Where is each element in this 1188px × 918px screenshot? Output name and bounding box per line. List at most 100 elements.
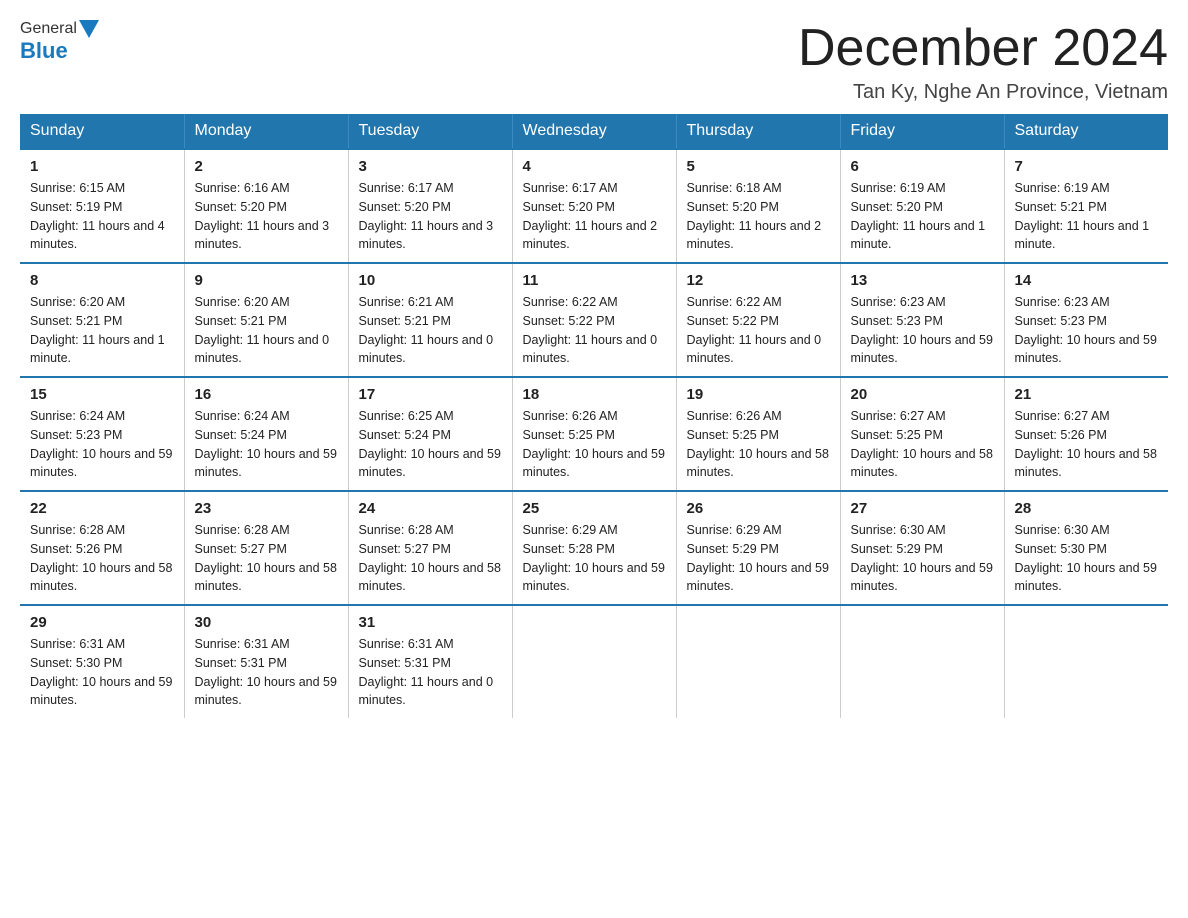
day-number: 3 — [359, 158, 502, 175]
day-info: Sunrise: 6:31 AMSunset: 5:31 PMDaylight:… — [195, 635, 338, 710]
day-info: Sunrise: 6:29 AMSunset: 5:29 PMDaylight:… — [687, 521, 830, 596]
calendar-cell — [512, 605, 676, 718]
calendar-cell: 12Sunrise: 6:22 AMSunset: 5:22 PMDayligh… — [676, 263, 840, 377]
calendar-cell: 31 Sunrise: 6:31 AMSunset: 5:31 PMDayligh… — [348, 605, 512, 718]
calendar-cell: 26 Sunrise: 6:29 AMSunset: 5:29 PMDayligh… — [676, 491, 840, 605]
calendar-cell: 20 Sunrise: 6:27 AMSunset: 5:25 PMDayligh… — [840, 377, 1004, 491]
day-number: 26 — [687, 500, 830, 517]
calendar-cell: 17Sunrise: 6:25 AMSunset: 5:24 PMDayligh… — [348, 377, 512, 491]
day-info: Sunrise: 6:17 AMSunset: 5:20 PMDaylight:… — [523, 179, 666, 254]
day-info: Sunrise: 6:24 AMSunset: 5:23 PMDaylight:… — [30, 407, 174, 482]
day-info: Sunrise: 6:28 AMSunset: 5:26 PMDaylight:… — [30, 521, 174, 596]
day-info: Sunrise: 6:28 AMSunset: 5:27 PMDaylight:… — [195, 521, 338, 596]
calendar-cell: 9 Sunrise: 6:20 AMSunset: 5:21 PMDaylight… — [184, 263, 348, 377]
day-number: 30 — [195, 614, 338, 631]
day-number: 28 — [1015, 500, 1159, 517]
day-info: Sunrise: 6:22 AMSunset: 5:22 PMDaylight:… — [687, 293, 830, 368]
day-number: 4 — [523, 158, 666, 175]
day-number: 11 — [523, 272, 666, 289]
calendar-cell: 18Sunrise: 6:26 AMSunset: 5:25 PMDayligh… — [512, 377, 676, 491]
day-number: 5 — [687, 158, 830, 175]
day-info: Sunrise: 6:30 AMSunset: 5:30 PMDaylight:… — [1015, 521, 1159, 596]
weekday-header-sunday: Sunday — [20, 114, 184, 149]
calendar-cell: 7 Sunrise: 6:19 AMSunset: 5:21 PMDaylight… — [1004, 149, 1168, 263]
calendar-cell: 22 Sunrise: 6:28 AMSunset: 5:26 PMDayligh… — [20, 491, 184, 605]
weekday-header-wednesday: Wednesday — [512, 114, 676, 149]
day-info: Sunrise: 6:19 AMSunset: 5:20 PMDaylight:… — [851, 179, 994, 254]
day-number: 9 — [195, 272, 338, 289]
calendar-cell: 13 Sunrise: 6:23 AMSunset: 5:23 PMDayligh… — [840, 263, 1004, 377]
day-info: Sunrise: 6:23 AMSunset: 5:23 PMDaylight:… — [1015, 293, 1159, 368]
day-info: Sunrise: 6:20 AMSunset: 5:21 PMDaylight:… — [195, 293, 338, 368]
day-info: Sunrise: 6:24 AMSunset: 5:24 PMDaylight:… — [195, 407, 338, 482]
logo: General Blue — [20, 20, 101, 64]
day-info: Sunrise: 6:16 AMSunset: 5:20 PMDaylight:… — [195, 179, 338, 254]
day-number: 23 — [195, 500, 338, 517]
calendar-cell: 23 Sunrise: 6:28 AMSunset: 5:27 PMDayligh… — [184, 491, 348, 605]
day-number: 19 — [687, 386, 830, 403]
day-number: 22 — [30, 500, 174, 517]
calendar-cell: 1Sunrise: 6:15 AMSunset: 5:19 PMDaylight… — [20, 149, 184, 263]
day-info: Sunrise: 6:31 AMSunset: 5:30 PMDaylight:… — [30, 635, 174, 710]
calendar-cell — [840, 605, 1004, 718]
day-number: 16 — [195, 386, 338, 403]
calendar-cell: 30 Sunrise: 6:31 AMSunset: 5:31 PMDayligh… — [184, 605, 348, 718]
day-number: 2 — [195, 158, 338, 175]
day-info: Sunrise: 6:31 AMSunset: 5:31 PMDaylight:… — [359, 635, 502, 710]
calendar-cell: 5 Sunrise: 6:18 AMSunset: 5:20 PMDaylight… — [676, 149, 840, 263]
day-number: 14 — [1015, 272, 1159, 289]
day-number: 18 — [523, 386, 666, 403]
title-section: December 2024 Tan Ky, Nghe An Province, … — [798, 20, 1168, 104]
day-number: 6 — [851, 158, 994, 175]
calendar-week-4: 22 Sunrise: 6:28 AMSunset: 5:26 PMDayligh… — [20, 491, 1168, 605]
calendar-cell: 4 Sunrise: 6:17 AMSunset: 5:20 PMDaylight… — [512, 149, 676, 263]
calendar-body: 1Sunrise: 6:15 AMSunset: 5:19 PMDaylight… — [20, 149, 1168, 718]
calendar-cell: 28 Sunrise: 6:30 AMSunset: 5:30 PMDayligh… — [1004, 491, 1168, 605]
day-number: 24 — [359, 500, 502, 517]
calendar-week-1: 1Sunrise: 6:15 AMSunset: 5:19 PMDaylight… — [20, 149, 1168, 263]
day-number: 13 — [851, 272, 994, 289]
day-info: Sunrise: 6:27 AMSunset: 5:25 PMDaylight:… — [851, 407, 994, 482]
weekday-row: SundayMondayTuesdayWednesdayThursdayFrid… — [20, 114, 1168, 149]
day-number: 20 — [851, 386, 994, 403]
day-number: 8 — [30, 272, 174, 289]
day-info: Sunrise: 6:21 AMSunset: 5:21 PMDaylight:… — [359, 293, 502, 368]
calendar-cell — [1004, 605, 1168, 718]
calendar-cell: 16 Sunrise: 6:24 AMSunset: 5:24 PMDayligh… — [184, 377, 348, 491]
calendar-cell — [676, 605, 840, 718]
calendar-table: SundayMondayTuesdayWednesdayThursdayFrid… — [20, 114, 1168, 718]
calendar-cell: 24 Sunrise: 6:28 AMSunset: 5:27 PMDayligh… — [348, 491, 512, 605]
logo-triangle-icon — [79, 20, 99, 38]
calendar-cell: 14 Sunrise: 6:23 AMSunset: 5:23 PMDayligh… — [1004, 263, 1168, 377]
day-info: Sunrise: 6:17 AMSunset: 5:20 PMDaylight:… — [359, 179, 502, 254]
day-info: Sunrise: 6:18 AMSunset: 5:20 PMDaylight:… — [687, 179, 830, 254]
calendar-cell: 21Sunrise: 6:27 AMSunset: 5:26 PMDayligh… — [1004, 377, 1168, 491]
logo-general-text: General — [20, 20, 77, 38]
calendar-cell: 15 Sunrise: 6:24 AMSunset: 5:23 PMDayligh… — [20, 377, 184, 491]
day-number: 31 — [359, 614, 502, 631]
calendar-cell: 11Sunrise: 6:22 AMSunset: 5:22 PMDayligh… — [512, 263, 676, 377]
location-label: Tan Ky, Nghe An Province, Vietnam — [798, 81, 1168, 104]
calendar-week-2: 8 Sunrise: 6:20 AMSunset: 5:21 PMDaylight… — [20, 263, 1168, 377]
day-info: Sunrise: 6:29 AMSunset: 5:28 PMDaylight:… — [523, 521, 666, 596]
day-info: Sunrise: 6:23 AMSunset: 5:23 PMDaylight:… — [851, 293, 994, 368]
day-number: 29 — [30, 614, 174, 631]
day-info: Sunrise: 6:26 AMSunset: 5:25 PMDaylight:… — [687, 407, 830, 482]
day-info: Sunrise: 6:30 AMSunset: 5:29 PMDaylight:… — [851, 521, 994, 596]
logo-blue-text: Blue — [20, 38, 68, 63]
calendar-week-5: 29 Sunrise: 6:31 AMSunset: 5:30 PMDayligh… — [20, 605, 1168, 718]
calendar-cell: 27 Sunrise: 6:30 AMSunset: 5:29 PMDayligh… — [840, 491, 1004, 605]
weekday-header-friday: Friday — [840, 114, 1004, 149]
calendar-cell: 2 Sunrise: 6:16 AMSunset: 5:20 PMDaylight… — [184, 149, 348, 263]
day-info: Sunrise: 6:28 AMSunset: 5:27 PMDaylight:… — [359, 521, 502, 596]
day-number: 27 — [851, 500, 994, 517]
calendar-cell: 29 Sunrise: 6:31 AMSunset: 5:30 PMDayligh… — [20, 605, 184, 718]
day-info: Sunrise: 6:25 AMSunset: 5:24 PMDaylight:… — [359, 407, 502, 482]
day-number: 7 — [1015, 158, 1159, 175]
calendar-cell: 8Sunrise: 6:20 AMSunset: 5:21 PMDaylight… — [20, 263, 184, 377]
page-header: General Blue December 2024 Tan Ky, Nghe … — [20, 20, 1168, 104]
day-info: Sunrise: 6:19 AMSunset: 5:21 PMDaylight:… — [1015, 179, 1159, 254]
day-number: 15 — [30, 386, 174, 403]
day-number: 1 — [30, 158, 174, 175]
day-number: 21 — [1015, 386, 1159, 403]
